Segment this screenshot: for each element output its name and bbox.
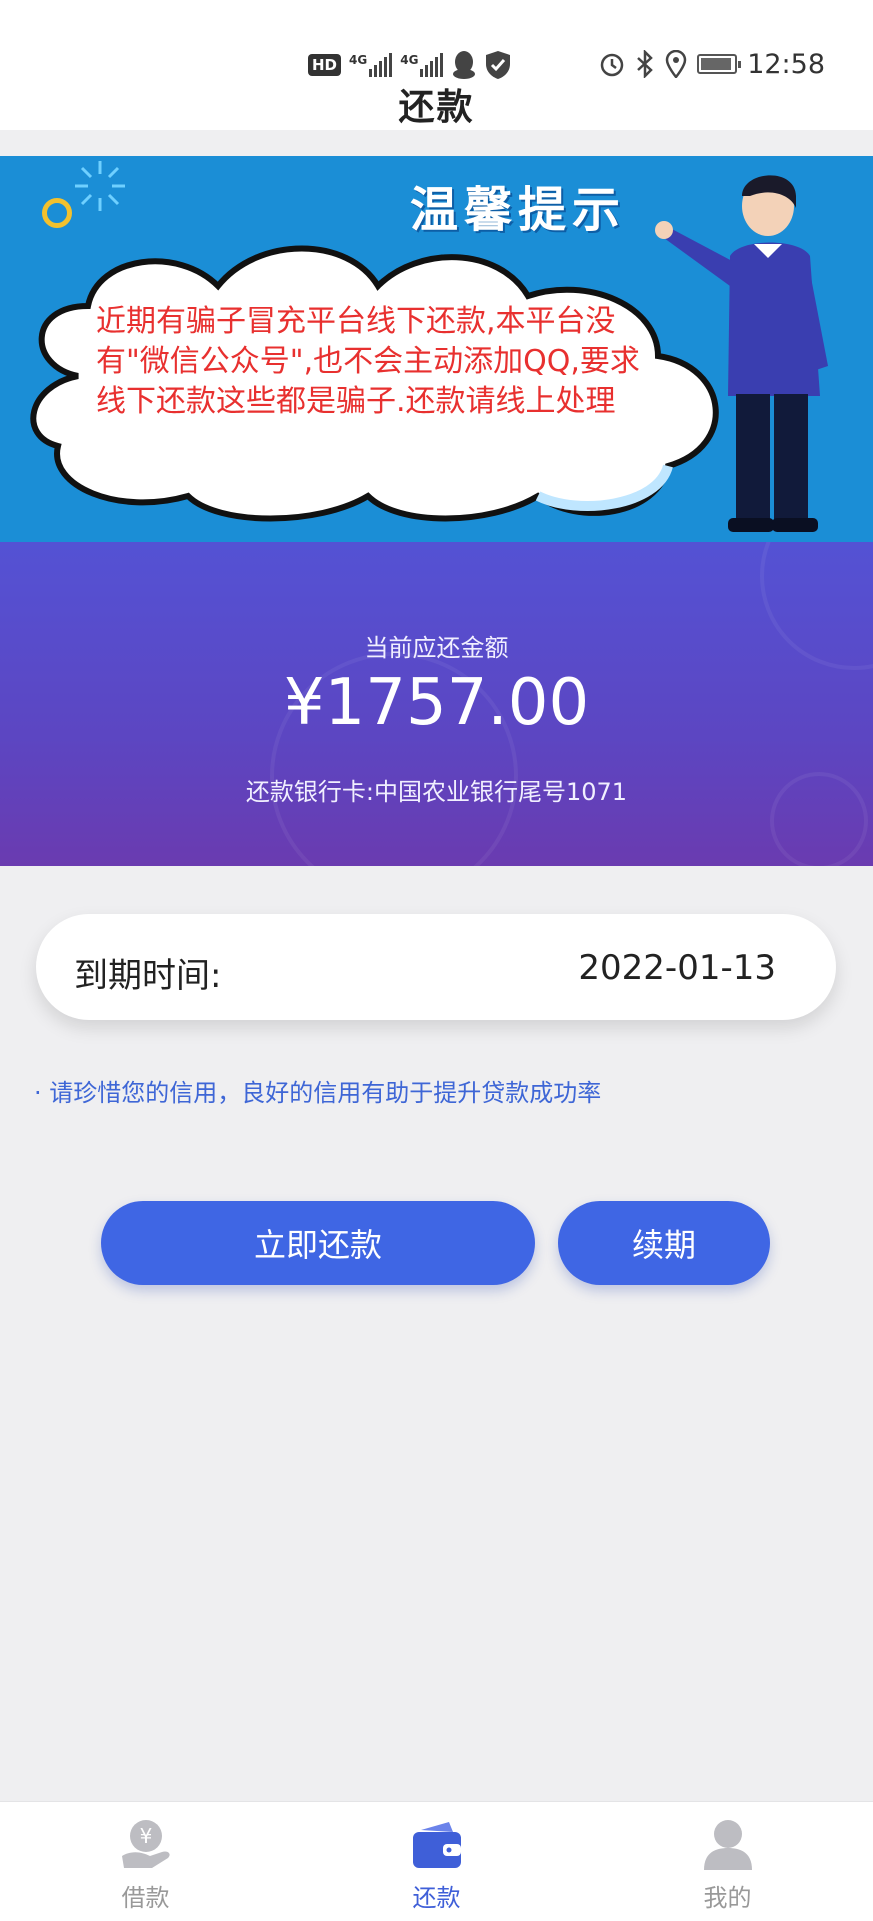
firework-decoration (75, 161, 125, 211)
due-date-value: 2022-01-13 (578, 948, 776, 988)
renew-button[interactable]: 续期 (558, 1201, 770, 1285)
nav-item-loan[interactable]: ¥ 借款 (0, 1802, 291, 1921)
wallet-icon (413, 1822, 461, 1868)
status-right-icons: 12:58 (599, 46, 825, 82)
svg-text:¥: ¥ (140, 1824, 153, 1848)
battery-icon (697, 54, 742, 74)
decoration-ring (42, 198, 72, 228)
presenter-illustration (655, 175, 828, 532)
signal-4g-icon: 4G (349, 53, 393, 77)
banner-warning-text: 近期有骗子冒充平台线下还款,本平台没有"微信公众号",也不会主动添加QQ,要求线… (96, 304, 640, 419)
warning-banner: 温馨提示 近期有骗子冒充平台线下还款,本平台没有"微信公众号",也不会主动添加Q… (0, 156, 873, 542)
amount-due-value: ¥1757.00 (283, 666, 590, 740)
nav-label-repay: 还款 (412, 1884, 461, 1912)
due-date-label: 到期时间: (74, 956, 222, 996)
repayment-bank-card: 还款银行卡:中国农业银行尾号1071 (245, 778, 628, 806)
due-date-card: 到期时间: 2022-01-13 (36, 914, 836, 1020)
qq-icon (453, 51, 476, 79)
bluetooth-icon (637, 50, 653, 78)
signal-4g-icon: 4G (400, 53, 444, 77)
status-bar: HD 4G 4G 12:58 还款 (0, 0, 873, 130)
amount-due-label: 当前应还金额 (364, 634, 509, 662)
nav-label-profile: 我的 (703, 1884, 752, 1912)
repay-now-button[interactable]: 立即还款 (101, 1201, 535, 1285)
status-time: 12:58 (747, 48, 825, 80)
status-left-icons: HD 4G 4G (308, 48, 511, 82)
nav-item-repay[interactable]: 还款 (291, 1802, 582, 1921)
banner-title: 温馨提示 (410, 182, 627, 238)
shield-icon (486, 51, 511, 79)
amount-panel: 当前应还金额 ¥1757.00 还款银行卡:中国农业银行尾号1071 (0, 542, 873, 866)
loan-hand-icon: ¥ (122, 1820, 170, 1868)
location-icon (665, 50, 687, 78)
page-title: 还款 (398, 87, 475, 128)
bottom-nav: ¥ 借款 还款 我的 (0, 1801, 873, 1921)
network-type-label: 4G (400, 53, 419, 67)
user-icon (704, 1820, 752, 1870)
alarm-icon (600, 53, 624, 77)
hd-icon: HD (308, 54, 342, 76)
nav-item-profile[interactable]: 我的 (582, 1802, 873, 1921)
nav-label-loan: 借款 (121, 1884, 170, 1912)
credit-tip: · 请珍惜您的信用，良好的信用有助于提升贷款成功率 (34, 1079, 602, 1107)
network-type-label: 4G (349, 53, 368, 67)
